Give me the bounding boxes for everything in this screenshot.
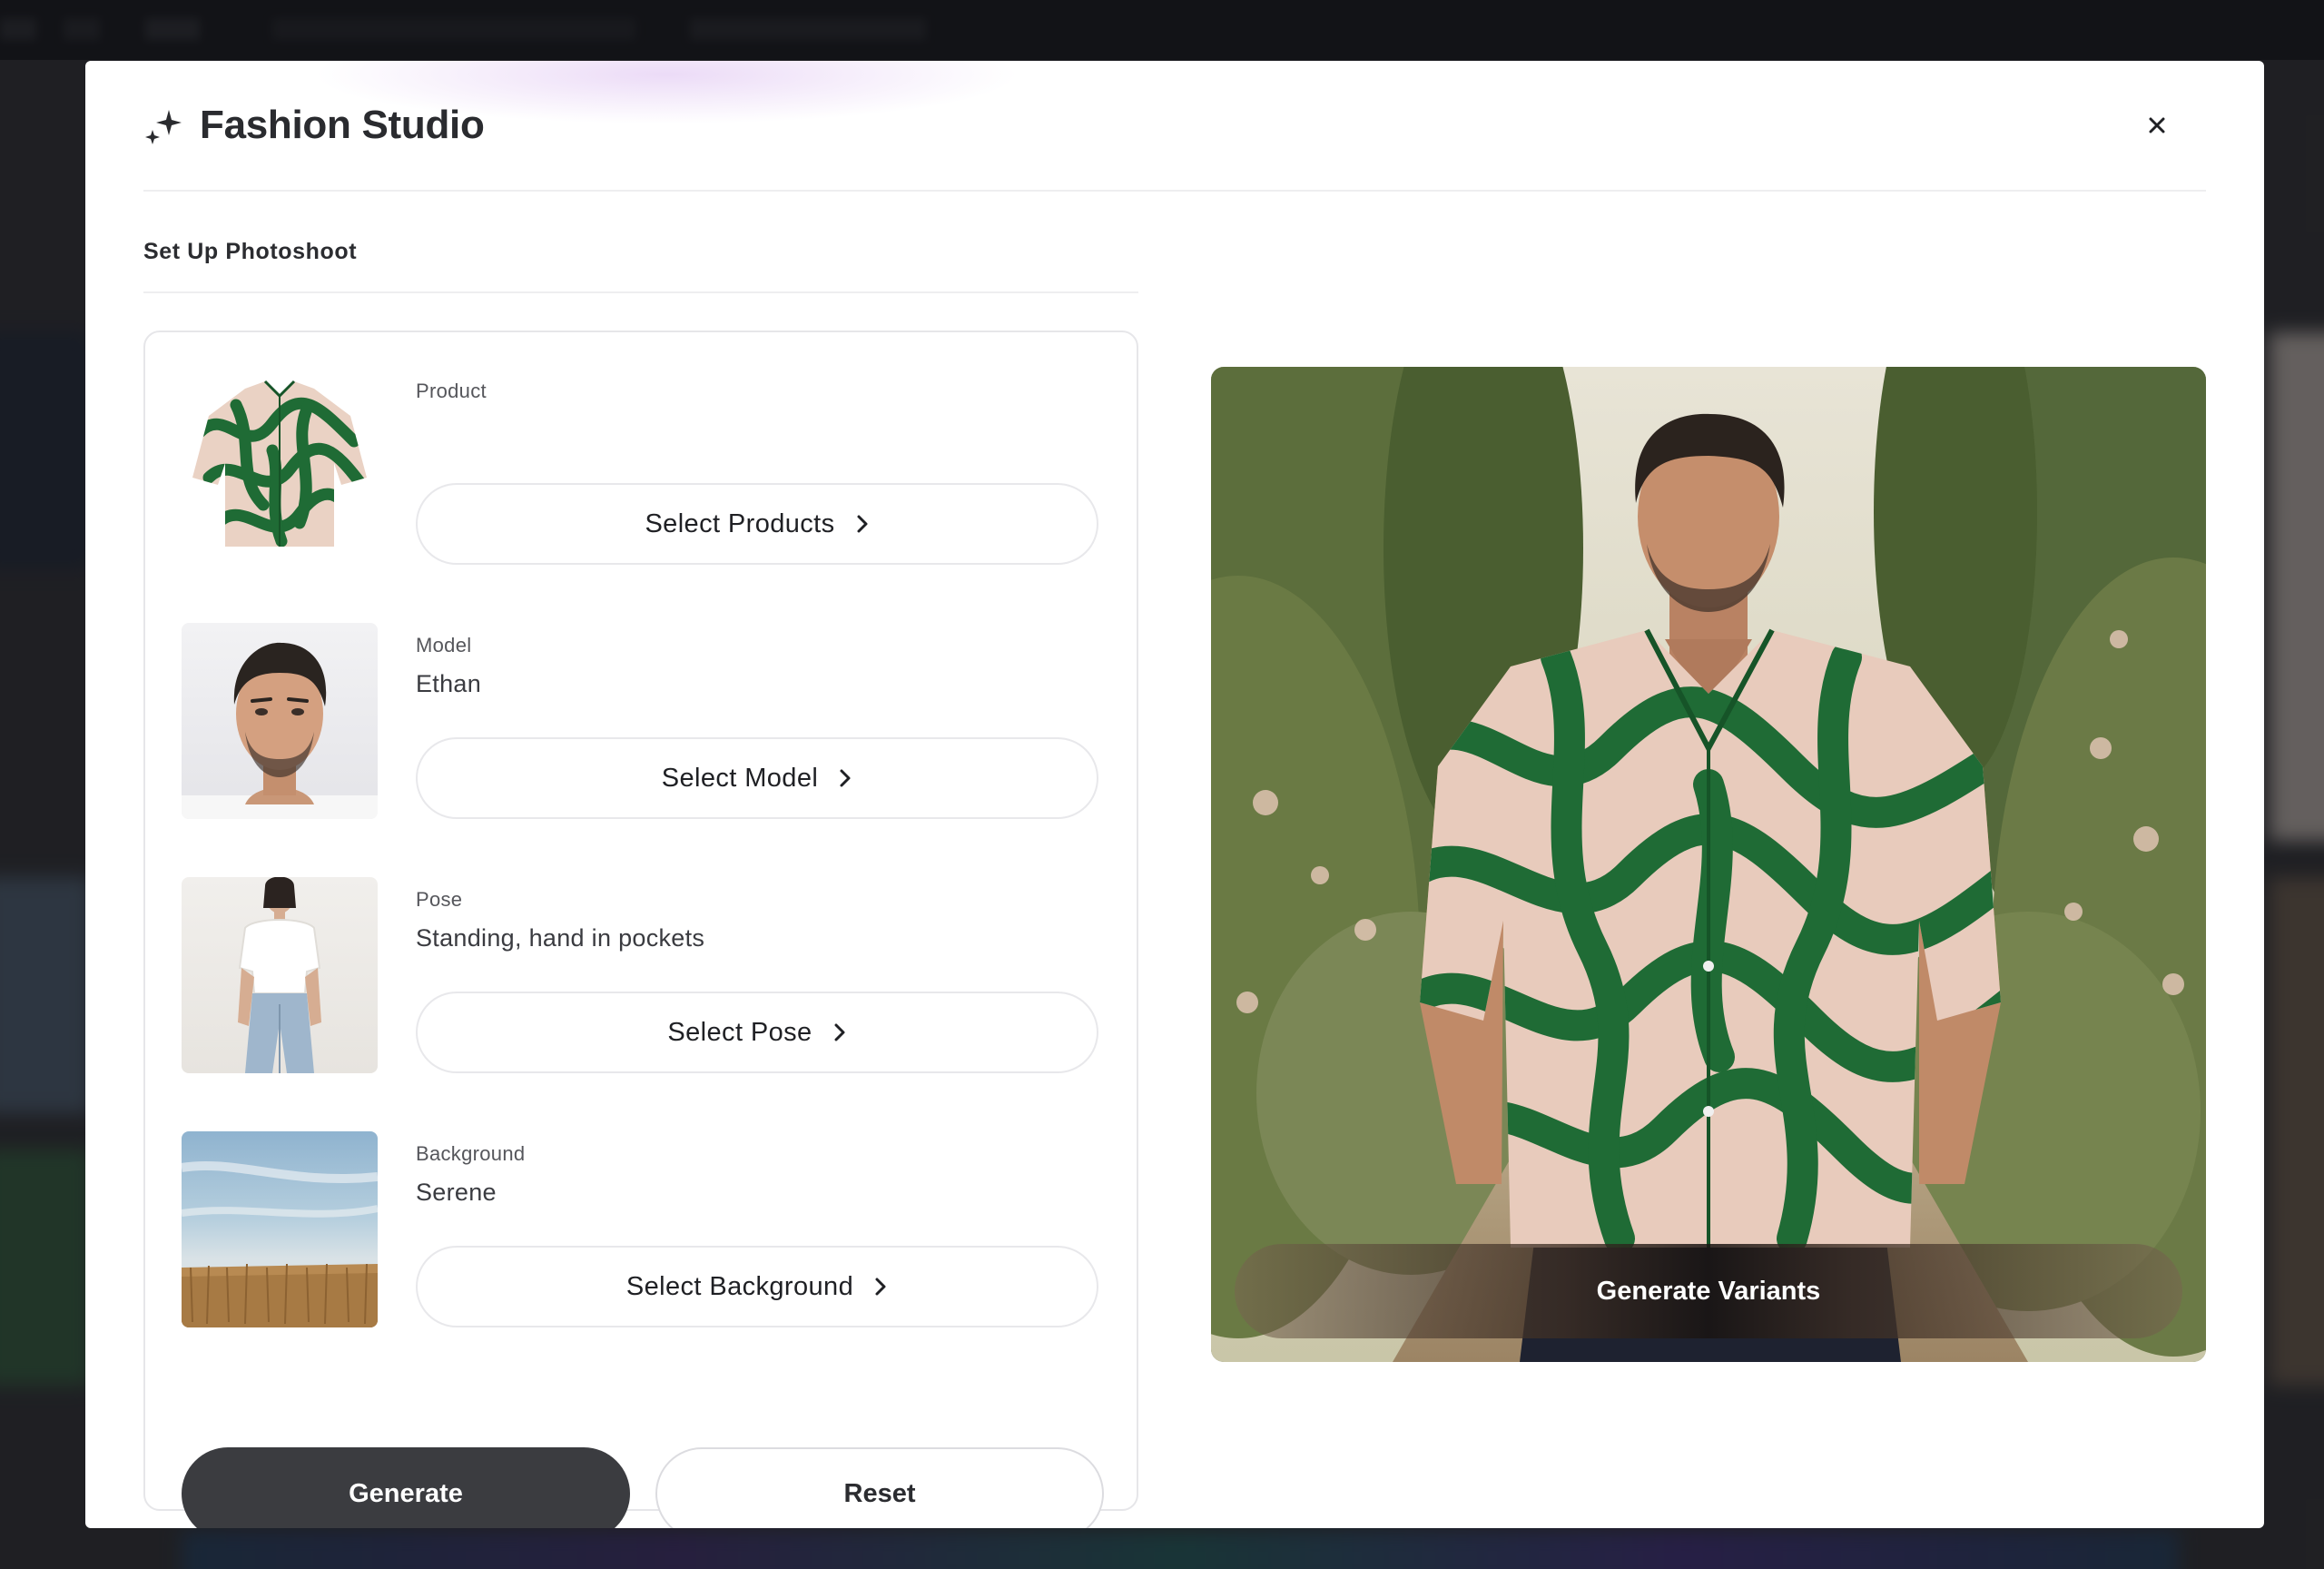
preview-photo bbox=[1211, 367, 2206, 1362]
reset-button[interactable]: Reset bbox=[655, 1447, 1104, 1528]
background-thumbnail bbox=[182, 1131, 378, 1327]
model-portrait-image bbox=[182, 642, 378, 819]
section-title: Set Up Photoshoot bbox=[143, 239, 1138, 293]
generated-preview: Generate Variants bbox=[1211, 367, 2206, 1362]
setup-panel: Product Select Products Model Ethan Sele… bbox=[143, 331, 1138, 1528]
product-label: Product bbox=[416, 380, 487, 402]
chevron-right-icon bbox=[834, 1023, 845, 1041]
select-background-button[interactable]: Select Background bbox=[416, 1246, 1098, 1327]
model-label: Model bbox=[416, 634, 472, 656]
pose-label: Pose bbox=[416, 888, 463, 911]
background-label: Background bbox=[416, 1142, 526, 1165]
pose-row: Pose Standing, hand in pockets Select Po… bbox=[182, 877, 1102, 1073]
select-background-label: Select Background bbox=[625, 1271, 854, 1301]
select-pose-label: Select Pose bbox=[667, 1017, 812, 1047]
model-row: Model Ethan Select Model bbox=[182, 623, 1102, 819]
select-products-button[interactable]: Select Products bbox=[416, 483, 1098, 565]
sparkle-icon bbox=[145, 110, 182, 144]
background-row: Background Serene Select Background bbox=[182, 1131, 1102, 1327]
shirt-image bbox=[192, 380, 367, 547]
select-pose-button[interactable]: Select Pose bbox=[416, 992, 1098, 1073]
chevron-right-icon bbox=[857, 515, 868, 533]
pose-thumbnail bbox=[182, 877, 378, 1073]
select-products-label: Select Products bbox=[645, 508, 835, 538]
model-thumbnail bbox=[182, 623, 378, 819]
product-row: Product Select Products bbox=[182, 369, 1102, 565]
select-model-button[interactable]: Select Model bbox=[416, 737, 1098, 819]
wheat-field-image bbox=[182, 1160, 378, 1327]
close-icon bbox=[2149, 117, 2165, 133]
product-thumbnail bbox=[182, 369, 378, 565]
select-model-label: Select Model bbox=[661, 763, 819, 793]
modal-header: Fashion Studio bbox=[143, 61, 2206, 192]
chevron-right-icon bbox=[875, 1278, 886, 1296]
generate-button[interactable]: Generate bbox=[182, 1447, 630, 1528]
chevron-right-icon bbox=[840, 769, 851, 787]
background-value: Serene bbox=[416, 1179, 497, 1206]
fashion-studio-modal: Fashion Studio Set Up Photoshoot Product… bbox=[85, 61, 2264, 1528]
generate-variants-button[interactable]: Generate Variants bbox=[1235, 1244, 2182, 1338]
close-button[interactable] bbox=[2139, 107, 2175, 143]
modal-title: Fashion Studio bbox=[200, 103, 485, 147]
pose-image bbox=[238, 877, 321, 1073]
pose-value: Standing, hand in pockets bbox=[416, 924, 705, 952]
model-value: Ethan bbox=[416, 670, 482, 697]
